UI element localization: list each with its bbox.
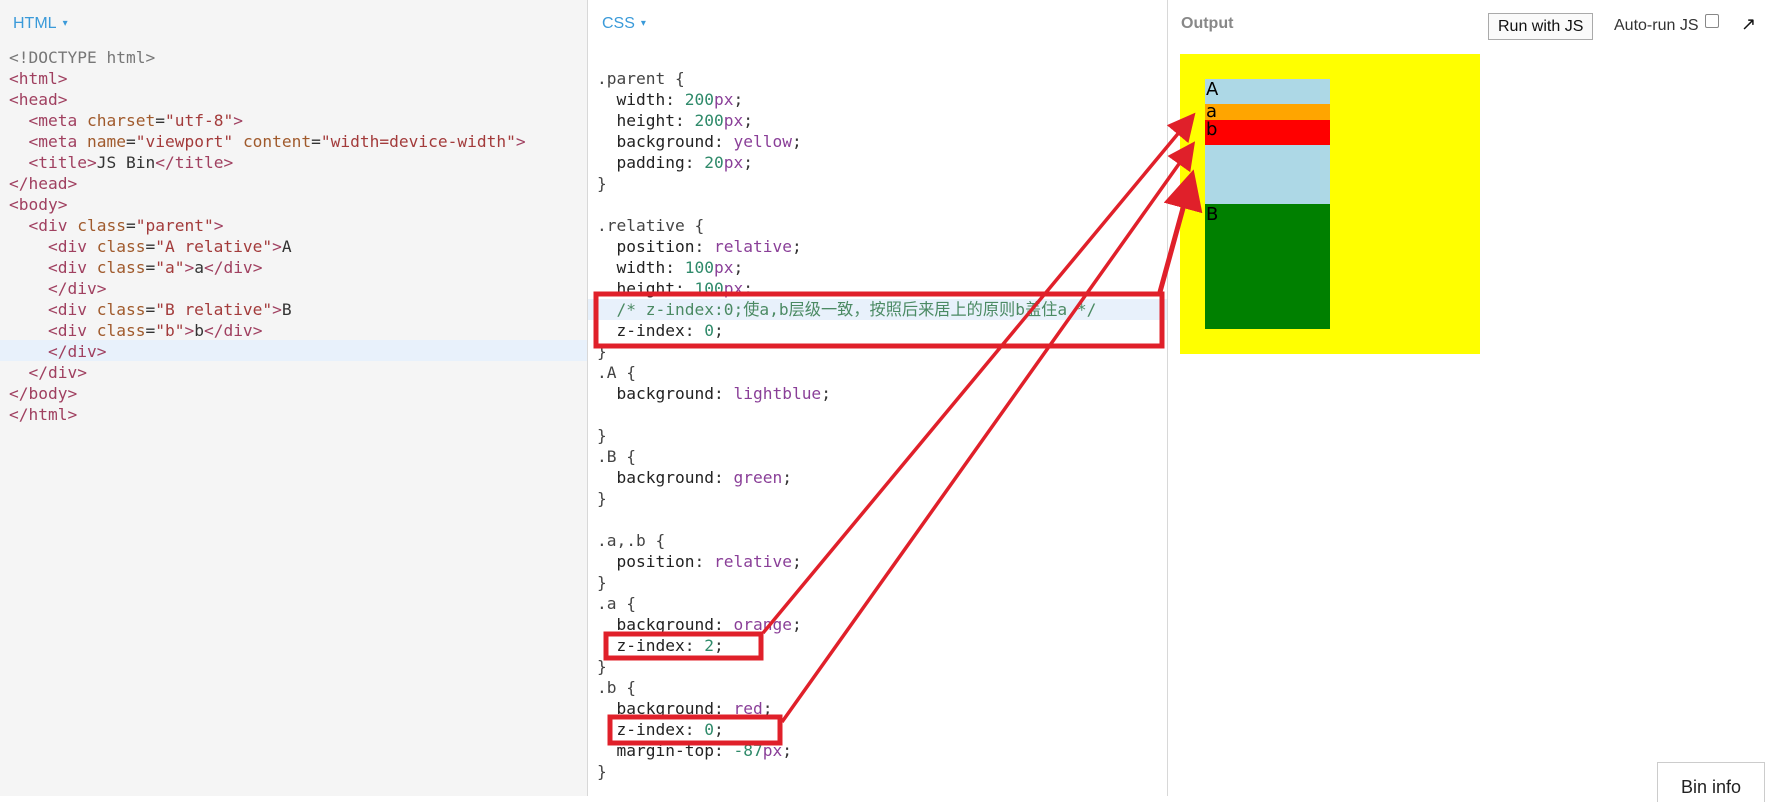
highlight-box-a-zindex	[603, 631, 764, 661]
highlight-box-b-zindex	[607, 714, 783, 746]
annotation-overlay	[593, 112, 1203, 746]
highlight-box-relative-zindex	[593, 291, 1165, 349]
annotation-arrow	[761, 112, 1196, 635]
annotation-arrow	[1157, 169, 1203, 293]
annotation-arrow	[780, 141, 1196, 724]
